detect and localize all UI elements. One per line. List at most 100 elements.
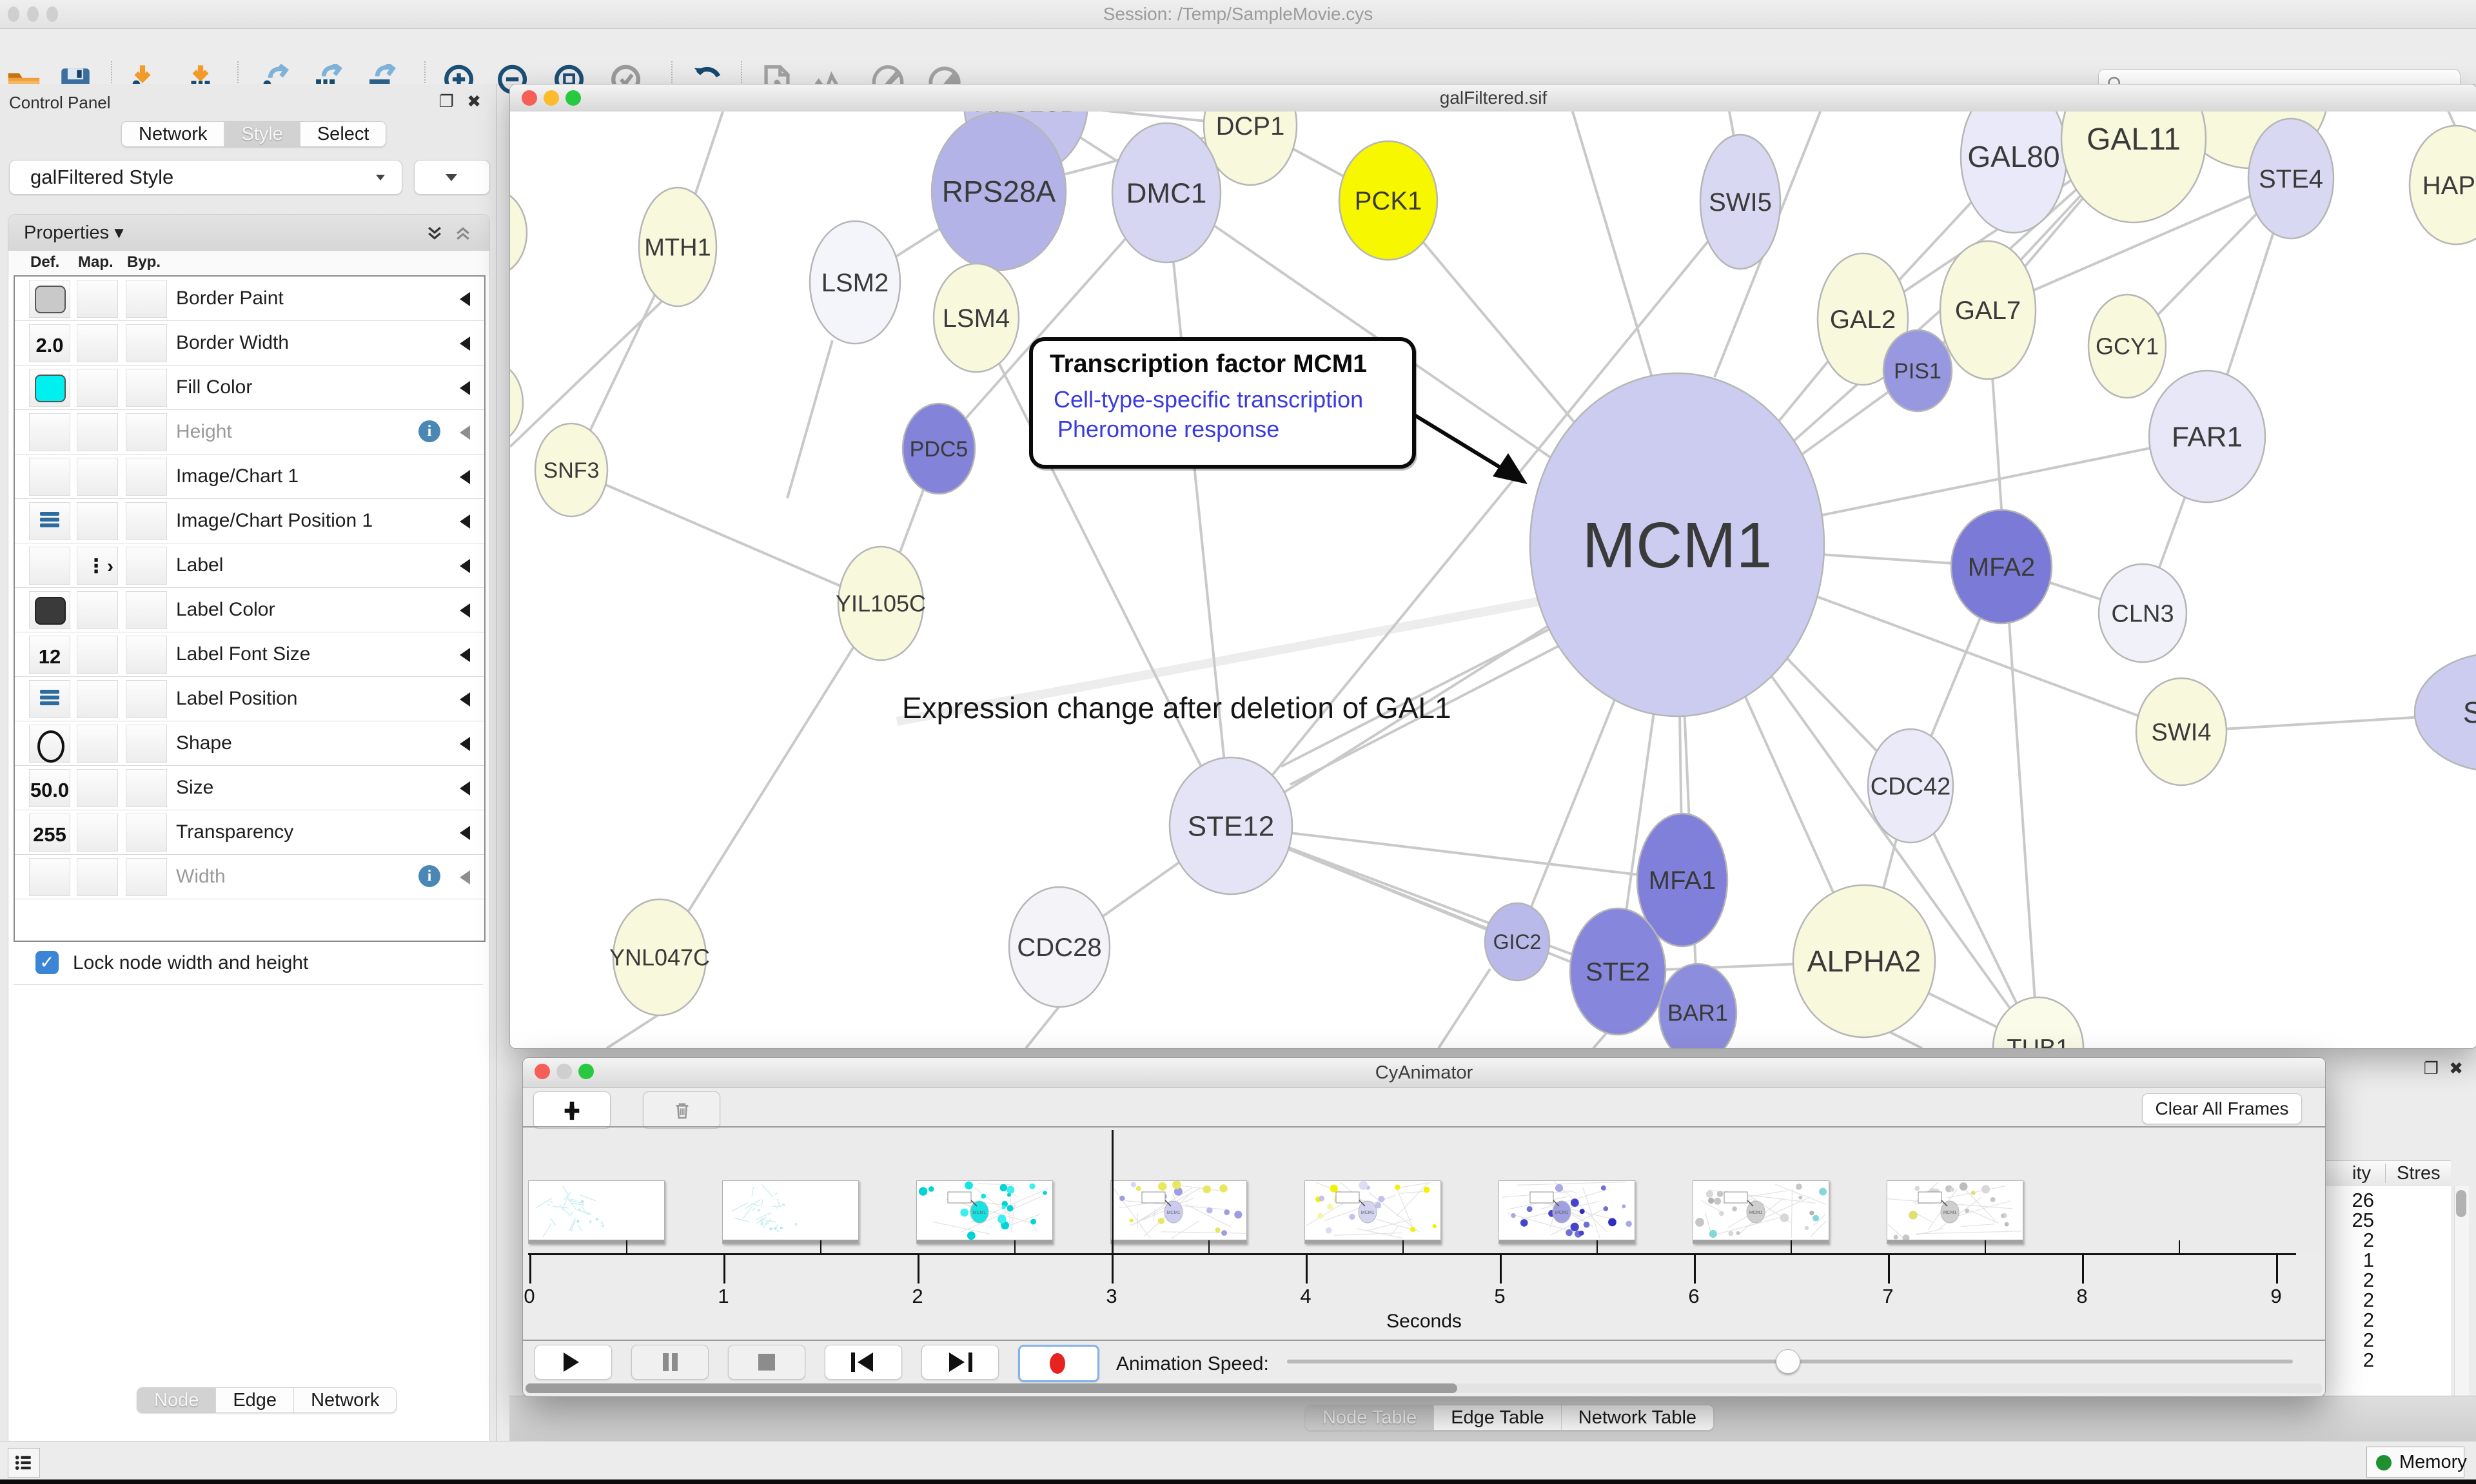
default-value-cell[interactable]: [29, 591, 70, 629]
mapping-cell[interactable]: [77, 280, 118, 318]
network-node-MFA2[interactable]: MFA2: [1951, 510, 2052, 623]
network-node-PCK1[interactable]: PCK1: [1339, 141, 1437, 260]
network-node-DMC1[interactable]: DMC1: [1112, 123, 1221, 262]
bypass-cell[interactable]: [126, 814, 167, 852]
stop-button[interactable]: [728, 1345, 805, 1380]
close-window-icon[interactable]: [522, 90, 537, 106]
table-cell-value[interactable]: 2: [2324, 1349, 2374, 1372]
previous-frame-button[interactable]: [825, 1345, 902, 1380]
float-panel-icon[interactable]: ❐: [439, 92, 454, 112]
canvas-text-annotation[interactable]: Expression change after deletion of GAL1: [902, 690, 1451, 725]
network-node-STE4[interactable]: STE4: [2248, 119, 2334, 239]
property-row[interactable]: 255Transparency: [15, 810, 484, 855]
network-node-CDC28[interactable]: CDC28: [1009, 887, 1110, 1007]
network-node-SNF3[interactable]: SNF3: [535, 424, 607, 516]
network-node-SLT2[interactable]: SLT2: [2415, 653, 2476, 772]
network-node-LSM2[interactable]: LSM2: [810, 221, 900, 344]
network-node-HAP2[interactable]: HAP2: [2410, 126, 2476, 244]
network-node-GAL11[interactable]: GAL11: [2061, 112, 2206, 222]
collapse-row-arrow-icon[interactable]: [460, 826, 470, 840]
network-edge[interactable]: [571, 470, 881, 603]
mapping-cell[interactable]: [77, 502, 118, 540]
network-window-titlebar[interactable]: galFiltered.sif: [510, 84, 2476, 112]
default-value-cell[interactable]: 255: [29, 814, 70, 852]
collapse-row-arrow-icon[interactable]: [460, 381, 470, 395]
annotation-link-2[interactable]: Pheromone response: [1057, 416, 1279, 443]
property-row[interactable]: ⋮›Label: [15, 543, 484, 588]
property-row[interactable]: Shape: [15, 721, 484, 766]
default-value-cell[interactable]: [29, 680, 70, 718]
network-edge[interactable]: [1988, 310, 2038, 1048]
network-node-SWI4[interactable]: SWI4: [2136, 678, 2226, 785]
mapping-cell[interactable]: [77, 369, 118, 407]
network-node-GAL80[interactable]: GAL80: [1961, 112, 2067, 233]
default-value-cell[interactable]: 2.0: [29, 324, 70, 362]
default-value-cell[interactable]: 50.0: [29, 769, 70, 807]
network-node-PDC5[interactable]: PDC5: [903, 404, 975, 494]
property-row[interactable]: Widthi: [15, 855, 484, 899]
bypass-cell[interactable]: [126, 369, 167, 407]
tab-network[interactable]: Network: [122, 122, 224, 146]
default-value-cell[interactable]: [29, 858, 70, 896]
table-col-radiality[interactable]: ity: [2324, 1163, 2371, 1184]
mapping-cell[interactable]: [77, 458, 118, 496]
frame-thumbnail-5[interactable]: MCM1: [1304, 1180, 1441, 1244]
network-edge[interactable]: [510, 302, 662, 447]
default-value-cell[interactable]: [29, 547, 70, 585]
network-node-CLN3[interactable]: CLN3: [2099, 564, 2186, 662]
frame-thumbnail-4[interactable]: MCM1: [1110, 1180, 1247, 1244]
mapping-cell[interactable]: [77, 725, 118, 763]
collapse-row-arrow-icon[interactable]: [460, 559, 470, 573]
close-window-icon[interactable]: [535, 1064, 550, 1079]
tab-network-style[interactable]: Network: [293, 1388, 396, 1412]
property-row[interactable]: 12Label Font Size: [15, 632, 484, 677]
properties-header[interactable]: Properties ▾: [8, 215, 489, 251]
mapping-cell[interactable]: [77, 413, 118, 451]
network-edge[interactable]: [787, 340, 832, 498]
network-node-clipped[interactable]: [510, 190, 527, 275]
network-edge[interactable]: [1593, 1033, 1606, 1048]
minimize-window-icon[interactable]: [544, 90, 559, 106]
lock-size-checkbox[interactable]: ✓: [35, 951, 59, 974]
info-icon[interactable]: i: [418, 420, 440, 442]
annotation-box[interactable]: Transcription factor MCM1 Cell-type-spec…: [1029, 337, 1416, 469]
property-row[interactable]: 50.0Size: [15, 766, 484, 810]
network-node-GAL7[interactable]: GAL7: [1940, 241, 2036, 379]
mapping-cell[interactable]: [77, 769, 118, 807]
network-edge[interactable]: [1561, 112, 1653, 379]
maximize-window-icon[interactable]: [46, 6, 58, 22]
mapping-cell[interactable]: [77, 324, 118, 362]
network-edge[interactable]: [1026, 1006, 1059, 1048]
table-col-stress[interactable]: Stres: [2397, 1163, 2441, 1184]
mapping-cell[interactable]: [77, 591, 118, 629]
network-edge[interactable]: [607, 1014, 660, 1048]
network-node-CDC42[interactable]: CDC42: [1868, 729, 1953, 843]
network-node-STE12[interactable]: STE12: [1170, 757, 1292, 894]
default-value-cell[interactable]: 12: [29, 636, 70, 674]
network-node-GIC2[interactable]: GIC2: [1485, 903, 1549, 981]
table-scrollbar[interactable]: [2454, 1186, 2469, 1399]
network-node-YNL047C[interactable]: YNL047C: [609, 899, 710, 1015]
tab-network-table[interactable]: Network Table: [1561, 1405, 1713, 1430]
collapse-row-arrow-icon[interactable]: [460, 870, 470, 884]
tab-edge-table[interactable]: Edge Table: [1433, 1405, 1561, 1430]
tab-node-table[interactable]: Node Table: [1306, 1405, 1433, 1430]
network-node-LSM4[interactable]: LSM4: [934, 264, 1019, 372]
bypass-cell[interactable]: [126, 680, 167, 718]
network-edge[interactable]: [1166, 193, 1231, 826]
collapse-row-arrow-icon[interactable]: [460, 337, 470, 351]
network-canvas[interactable]: RPS28BDCP1RPS28ADMC1PCK1MTH1LSM2LSM4SNF3…: [510, 112, 2476, 1048]
property-row[interactable]: Heighti: [15, 410, 484, 454]
tab-style[interactable]: Style: [224, 122, 299, 146]
minimize-window-icon[interactable]: [556, 1064, 572, 1079]
close-table-icon[interactable]: ✖: [2449, 1059, 2463, 1079]
play-button[interactable]: [535, 1345, 612, 1380]
collapse-row-arrow-icon[interactable]: [460, 470, 470, 484]
mapping-cell[interactable]: [77, 680, 118, 718]
default-value-cell[interactable]: [29, 413, 70, 451]
bypass-cell[interactable]: [126, 858, 167, 896]
timeline-playhead[interactable]: [1112, 1130, 1114, 1255]
frame-thumbnail-7[interactable]: MCM1: [1693, 1180, 1829, 1244]
collapse-row-arrow-icon[interactable]: [460, 648, 470, 662]
bypass-cell[interactable]: [126, 769, 167, 807]
